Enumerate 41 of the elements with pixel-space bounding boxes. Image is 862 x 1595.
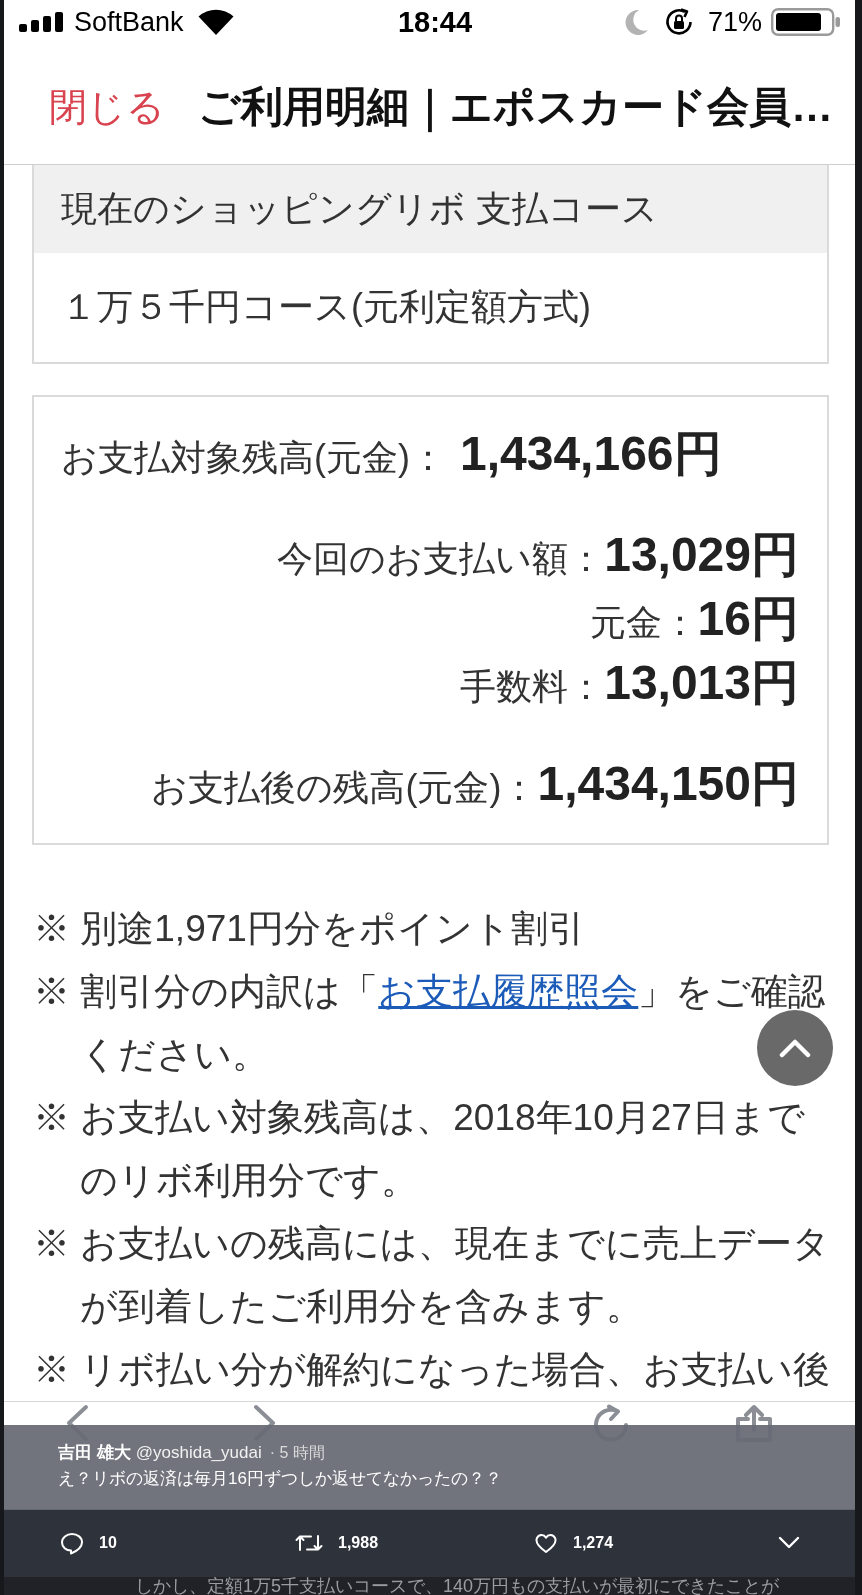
note-text: ※ お支払い対象残高は、2018年10月27日までのリボ利用分です。 <box>33 1096 806 1203</box>
course-value: １万５千円コース(元利定額方式) <box>60 285 592 329</box>
balance-label: 今回のお支払い額： <box>277 537 605 581</box>
caption-text: しかし、定額1万5千支払いコースで、140万円もの支払いが最初にできたことが <box>135 1577 780 1595</box>
close-button[interactable]: 閉じる <box>49 81 165 133</box>
like-count: 1,274 <box>573 1534 614 1552</box>
heart-icon[interactable] <box>534 1532 558 1554</box>
wifi-icon <box>197 9 234 35</box>
retweet-count: 1,988 <box>338 1534 379 1552</box>
note-text: ※ 割引分の内訳は「お支払履歴照会」をご確認ください。 <box>33 960 833 1086</box>
course-heading: 現在のショッピングリボ 支払コース <box>34 165 827 253</box>
moon-icon <box>623 9 648 35</box>
note-text: ※ リボ払い分が解約になった場合、お支払い後 <box>33 1348 832 1392</box>
note-text: ※ 別途1,971円分をポイント割引 <box>33 907 586 951</box>
balance-amount: 1,434,166円 <box>460 426 722 482</box>
page-title: ご利用明細｜エポスカード会員… <box>198 82 833 134</box>
balance-amount: 13,029円 <box>604 527 799 583</box>
tweet-time: · 5 時間 <box>269 1444 325 1461</box>
note-text: ※ お支払いの残高には、現在までに売上データが到着したご利用分を含みます。 <box>33 1222 832 1329</box>
balance-label: 手数料： <box>460 665 605 709</box>
retweet-icon[interactable] <box>295 1532 323 1554</box>
balance-amount: 13,013円 <box>604 655 799 711</box>
tweet-text: え？リボの返済は毎月16円ずつしか返せてなかったの？？ <box>58 1468 503 1490</box>
balance-label: 元金： <box>589 601 698 645</box>
history-link[interactable]: お支払履歴照会 <box>378 971 639 1012</box>
balance-amount: 1,434,150円 <box>537 756 799 812</box>
signal-icon <box>19 12 63 32</box>
clock-time: 18:44 <box>397 5 473 39</box>
battery-percent: 71% <box>707 6 762 38</box>
chevron-down-icon[interactable] <box>778 1536 800 1550</box>
balance-label: お支払対象残高(元金)： <box>61 436 446 480</box>
author-name: 吉田 雄大 <box>58 1443 131 1462</box>
rotation-lock-icon <box>663 7 694 37</box>
reply-icon[interactable] <box>60 1531 84 1555</box>
author-handle: @yoshida_yudai <box>135 1443 262 1462</box>
reply-count: 10 <box>99 1534 117 1552</box>
battery-icon <box>771 8 841 36</box>
balance-label: お支払後の残高(元金)： <box>151 766 538 810</box>
carrier-name: SoftBank <box>74 6 184 38</box>
chevron-up-icon <box>779 1038 811 1058</box>
balance-amount: 16円 <box>697 591 799 647</box>
